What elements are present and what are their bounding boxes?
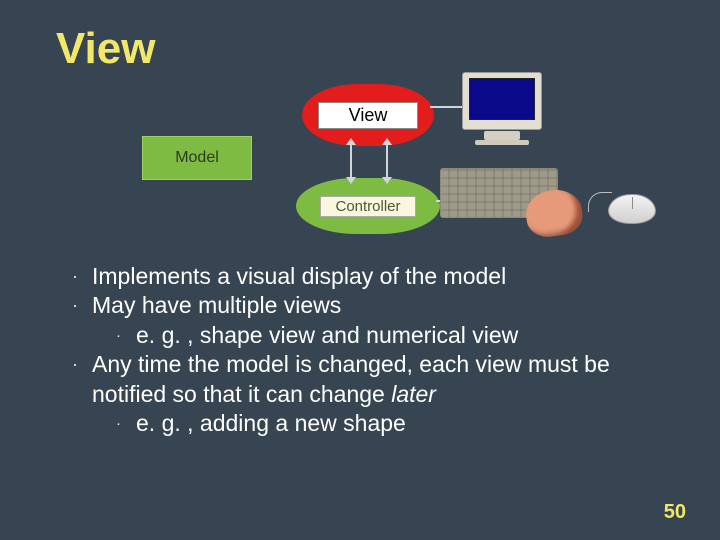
bullet-dot-icon: · [72,291,92,320]
controller-label: Controller [320,196,415,217]
sub-bullet-item: ·e. g. , shape view and numerical view [72,321,664,350]
sub-bullet-item: ·e. g. , adding a new shape [72,409,664,438]
slide: View Model View Controller ·Implem [0,0,720,540]
arrow-view-controller-left [350,144,352,178]
monitor-stand [484,131,520,140]
model-label: Model [175,149,219,167]
bullet-item: ·May have multiple views [72,291,664,320]
slide-title: View [56,24,155,74]
mvc-diagram: Model View Controller [130,82,650,252]
bullet-dot-icon: · [72,350,92,409]
monitor-frame [462,72,542,130]
bullet-item: ·Any time the model is changed, each vie… [72,350,664,409]
bullet-dot-icon: · [116,409,136,438]
bullet-item: ·Implements a visual display of the mode… [72,262,664,291]
monitor-screen [469,78,535,120]
sub-bullet-text: e. g. , adding a new shape [136,409,406,438]
page-number: 50 [664,501,686,524]
keyboard-icon [440,168,578,230]
view-label: View [318,102,419,129]
monitor-icon [458,72,546,146]
view-bubble: View [302,84,434,146]
bullet-text: Any time the model is changed, each view… [92,350,664,409]
bullet-text: May have multiple views [92,291,341,320]
mouse-icon [608,194,656,224]
bullet-list: ·Implements a visual display of the mode… [72,262,664,439]
bullet-dot-icon: · [72,262,92,291]
monitor-base [475,140,529,145]
arrow-view-controller-right [386,144,388,178]
bullet-text: Implements a visual display of the model [92,262,506,291]
model-box: Model [142,136,252,180]
controller-bubble: Controller [296,178,440,234]
sub-bullet-text: e. g. , shape view and numerical view [136,321,518,350]
bullet-dot-icon: · [116,321,136,350]
